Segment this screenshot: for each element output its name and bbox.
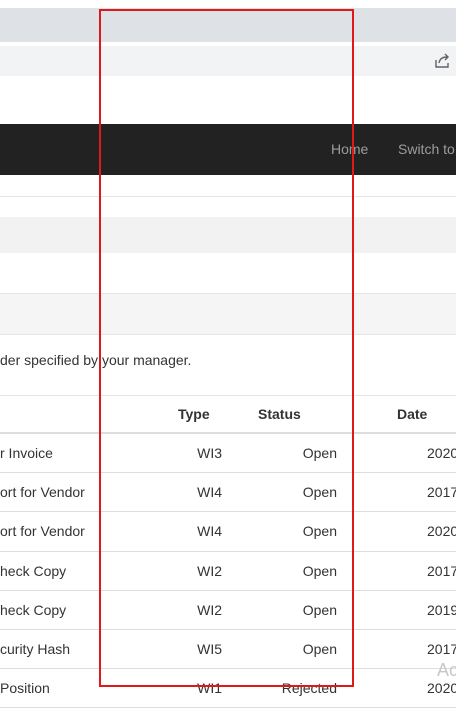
browser-tab-strip xyxy=(0,8,456,42)
cell-date: 2019 xyxy=(427,602,456,618)
table-row[interactable]: curity Hash WI5 Open 2017 xyxy=(0,629,456,669)
cell-title[interactable]: heck Copy xyxy=(0,602,66,618)
cell-title[interactable]: heck Copy xyxy=(0,563,66,579)
column-header-type[interactable]: Type xyxy=(178,406,210,422)
cell-status: Open xyxy=(302,641,337,657)
cell-title[interactable]: ort for Vendor xyxy=(0,523,85,539)
cell-type: WI4 xyxy=(197,484,222,500)
cell-type: WI2 xyxy=(197,602,222,618)
cell-title[interactable]: ort for Vendor xyxy=(0,484,85,500)
cell-date: 2020 xyxy=(427,523,456,539)
table-bottom-border xyxy=(0,707,456,708)
table-row[interactable]: ort for Vendor WI4 Open 2020 xyxy=(0,511,456,551)
activation-watermark: Ac xyxy=(437,660,456,680)
cell-type: WI4 xyxy=(197,523,222,539)
table-row[interactable]: r Invoice WI3 Open 2020 xyxy=(0,433,456,473)
table-row[interactable]: ort for Vendor WI4 Open 2017 xyxy=(0,472,456,512)
share-icon[interactable] xyxy=(432,51,452,71)
column-header-date[interactable]: Date xyxy=(397,406,427,422)
cell-status: Open xyxy=(302,602,337,618)
cell-title[interactable]: r Invoice xyxy=(0,445,53,461)
nav-link-home[interactable]: Home xyxy=(331,141,368,157)
table-row[interactable]: heck Copy WI2 Open 2019 xyxy=(0,590,456,630)
table-top-border xyxy=(0,395,456,396)
instruction-text: der specified by your manager. xyxy=(0,352,192,368)
panel-heading xyxy=(0,293,456,335)
cell-type: WI3 xyxy=(197,445,222,461)
cell-status: Open xyxy=(302,523,337,539)
navbar xyxy=(0,124,456,175)
cell-status: Open xyxy=(302,445,337,461)
cell-title[interactable]: Position xyxy=(0,680,50,696)
browser-address-bar[interactable] xyxy=(0,46,456,76)
cell-title[interactable]: curity Hash xyxy=(0,641,70,657)
divider xyxy=(0,196,456,197)
cell-type: WI2 xyxy=(197,563,222,579)
cell-type: WI1 xyxy=(197,680,222,696)
cell-status: Open xyxy=(302,484,337,500)
table-row[interactable]: Position WI1 Rejected 2020 xyxy=(0,668,456,708)
section-band xyxy=(0,217,456,253)
cell-date: 2017 xyxy=(427,484,456,500)
cell-status: Open xyxy=(302,563,337,579)
cell-date: 2017 xyxy=(427,641,456,657)
cell-date: 2020 xyxy=(427,445,456,461)
page-top-space xyxy=(0,78,456,124)
column-header-status[interactable]: Status xyxy=(258,406,301,422)
nav-link-switch[interactable]: Switch to xyxy=(398,141,455,157)
cell-date: 2017 xyxy=(427,563,456,579)
cell-date: 2020 xyxy=(427,680,456,696)
table-row[interactable]: heck Copy WI2 Open 2017 xyxy=(0,551,456,591)
cell-type: WI5 xyxy=(197,641,222,657)
cell-status: Rejected xyxy=(281,680,337,696)
